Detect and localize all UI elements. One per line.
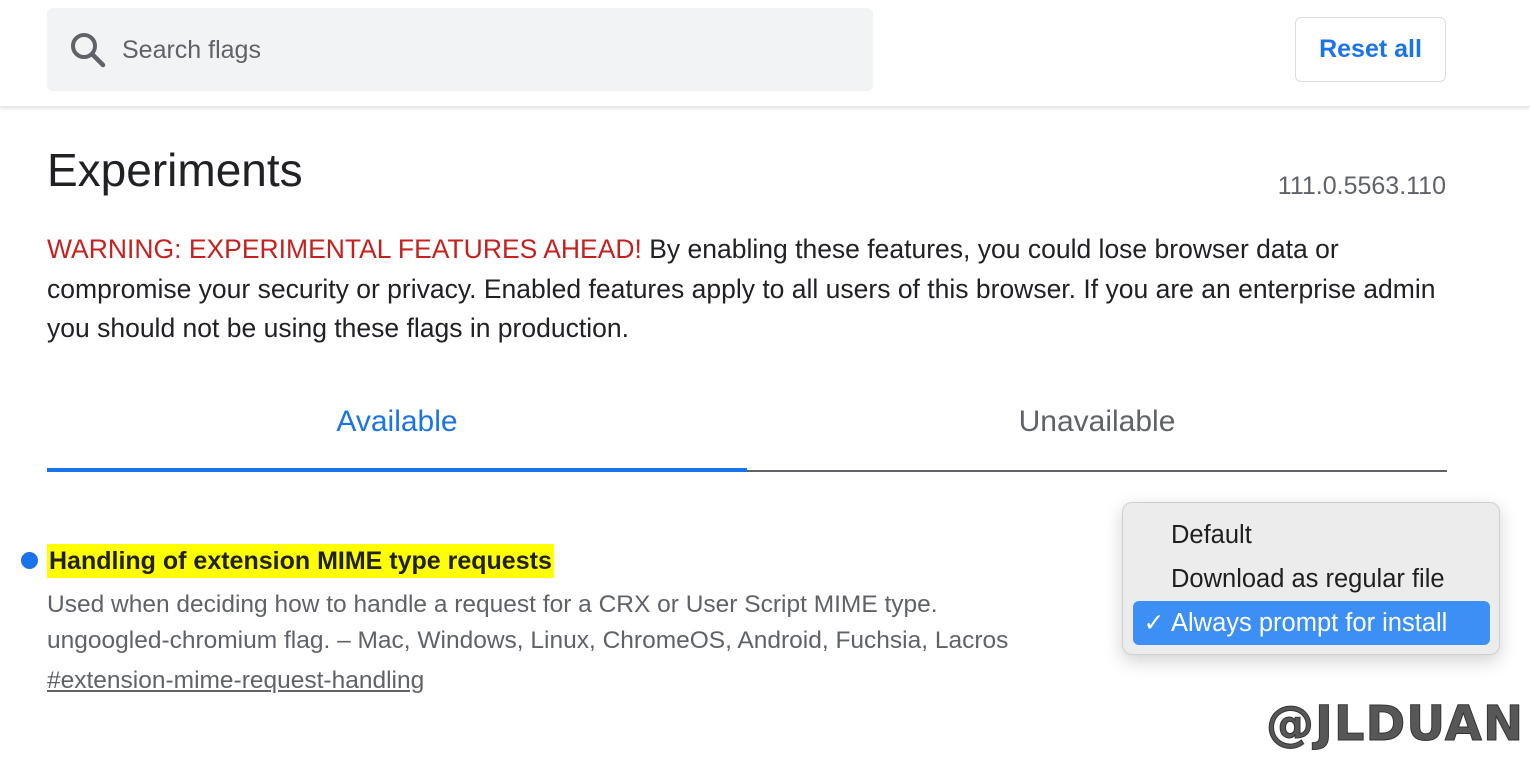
modified-flag-dot [21, 552, 38, 569]
menu-option-always-prompt-for-install[interactable]: ✓ Always prompt for install [1133, 601, 1490, 645]
search-icon [71, 33, 106, 68]
version-label: 111.0.5563.110 [1277, 172, 1446, 200]
checkmark-icon: ✓ [1143, 609, 1165, 637]
active-tab-indicator [47, 468, 747, 472]
tab-available[interactable]: Available [47, 405, 747, 449]
menu-option-label: Default [1171, 521, 1252, 549]
menu-option-label: Download as regular file [1171, 565, 1445, 593]
menu-option-default[interactable]: Default [1133, 513, 1490, 557]
flag-title: Handling of extension MIME type requests [47, 544, 554, 578]
flag-platforms: ungoogled-chromium flag. – Mac, Windows,… [47, 627, 1009, 654]
page-title: Experiments [47, 144, 303, 196]
search-input[interactable] [122, 30, 822, 70]
warning-label: WARNING: EXPERIMENTAL FEATURES AHEAD! [47, 234, 642, 264]
flag-description: Used when deciding how to handle a reque… [47, 591, 938, 618]
menu-option-label: Always prompt for install [1171, 609, 1448, 637]
reset-all-button[interactable]: Reset all [1295, 17, 1446, 82]
menu-option-download-as-regular-file[interactable]: Download as regular file [1133, 557, 1490, 601]
warning-paragraph: WARNING: EXPERIMENTAL FEATURES AHEAD! By… [47, 230, 1447, 349]
watermark: @JLDUAN [1265, 696, 1525, 753]
tab-unavailable[interactable]: Unavailable [747, 405, 1447, 449]
header-bar: Reset all [0, 0, 1530, 107]
tab-divider [747, 470, 1447, 472]
flag-permalink[interactable]: #extension-mime-request-handling [47, 667, 424, 695]
flag-option-dropdown-menu[interactable]: Default Download as regular file ✓ Alway… [1122, 502, 1500, 655]
flag-description-block: Used when deciding how to handle a reque… [47, 587, 1107, 659]
